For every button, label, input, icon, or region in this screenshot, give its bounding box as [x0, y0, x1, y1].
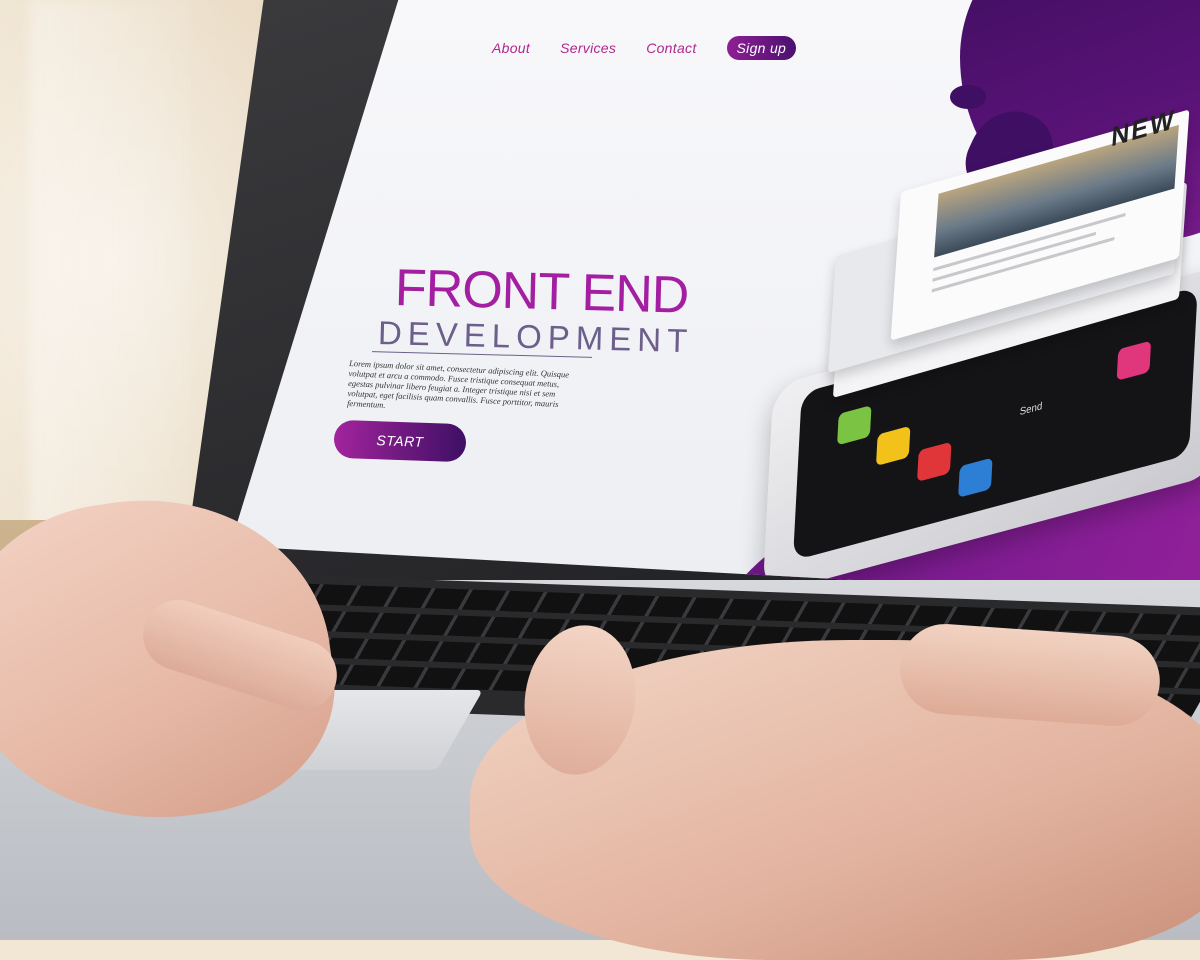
send-label: Send: [1019, 400, 1043, 419]
window-light: [30, 0, 190, 560]
laptop-screen: About Services Contact Sign up FRONT END…: [230, 0, 1200, 600]
app-icon-yellow: [875, 425, 911, 467]
signup-button[interactable]: Sign up: [726, 36, 797, 60]
app-icon-red: [917, 441, 952, 482]
hero-body-text: Lorem ipsum dolor sit amet, consectetur …: [346, 358, 570, 410]
app-icon-green: [837, 405, 872, 446]
nav-about-link[interactable]: About: [492, 40, 530, 56]
nav-services-link[interactable]: Services: [560, 40, 616, 56]
mail-app-icon: [958, 457, 993, 498]
right-fingers: [897, 621, 1163, 729]
purple-blob-dot: [950, 85, 986, 109]
start-button[interactable]: START: [333, 419, 467, 463]
app-icon-pink: [1116, 340, 1152, 381]
top-nav: About Services Contact Sign up: [492, 36, 797, 60]
nav-contact-link[interactable]: Contact: [646, 40, 696, 56]
